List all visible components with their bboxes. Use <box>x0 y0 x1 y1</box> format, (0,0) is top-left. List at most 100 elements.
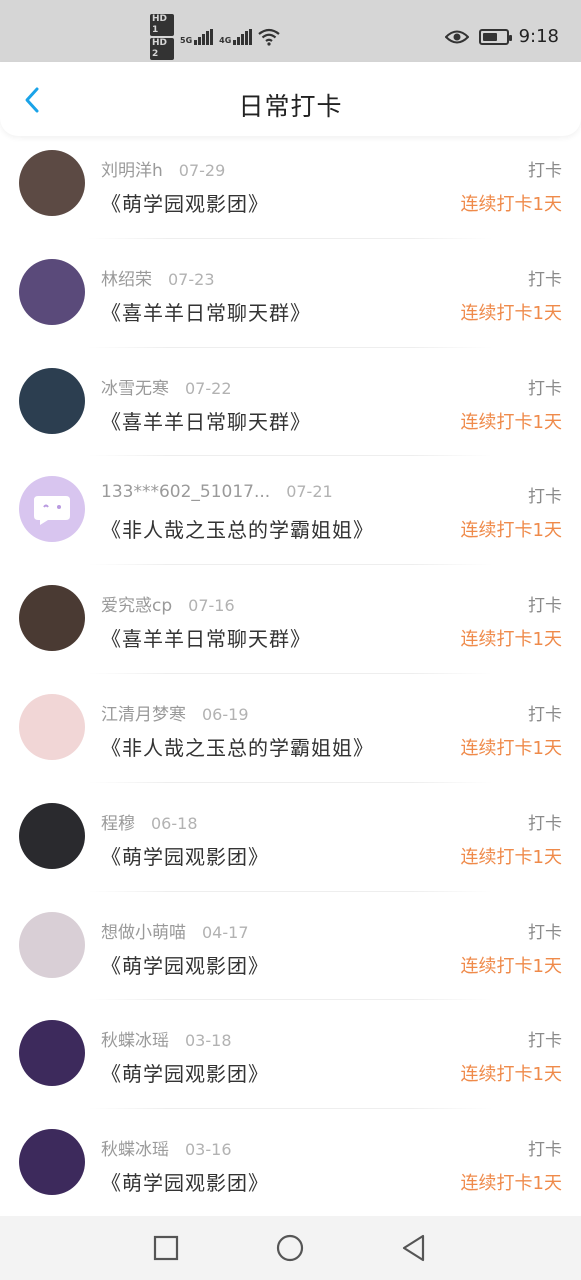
checkin-label: 打卡 <box>528 1140 562 1161</box>
streak-label: 连续打卡1天 <box>460 1064 562 1086</box>
signal-2: 4G <box>219 29 253 45</box>
signal-bars-icon <box>233 29 253 45</box>
checkin-date: 07-29 <box>178 161 226 180</box>
status-left: HD 1 HD 2 5G 4G <box>150 14 280 60</box>
streak-label: 连续打卡1天 <box>460 520 562 542</box>
streak-label: 连续打卡1天 <box>460 302 562 324</box>
list-item[interactable]: 爱究惑cp 07-16 《喜羊羊日常聊天群》 打卡 连续打卡1天 <box>0 565 581 674</box>
signal-1: 5G <box>180 29 214 45</box>
user-name[interactable]: 爱究惑cp <box>101 591 172 616</box>
checkin-label: 打卡 <box>528 269 562 290</box>
square-icon <box>153 1235 179 1261</box>
avatar[interactable] <box>19 367 85 434</box>
avatar[interactable] <box>19 1020 85 1087</box>
group-name[interactable]: 《萌学园观影团》 <box>101 950 269 979</box>
status-right: 9:18 <box>444 26 559 47</box>
group-name[interactable]: 《萌学园观影团》 <box>101 1167 269 1196</box>
app-header: 日常打卡 <box>0 62 581 136</box>
user-name[interactable]: 秋蝶冰瑶 <box>101 1026 169 1051</box>
name-line: 冰雪无寒 07-22 <box>101 374 232 399</box>
name-line: 秋蝶冰瑶 03-16 <box>101 1135 232 1160</box>
home-button[interactable] <box>276 1234 304 1262</box>
list-item[interactable]: 林绍荣 07-23 《喜羊羊日常聊天群》 打卡连续打卡1天 <box>0 239 581 348</box>
signal-bars-icon <box>194 29 214 45</box>
list-item[interactable]: 秋蝶冰瑶 03-16 《萌学园观影团》 打卡连续打卡1天 <box>0 1109 581 1218</box>
battery-fill <box>482 32 497 41</box>
avatar[interactable] <box>19 693 85 760</box>
avatar[interactable] <box>19 585 85 652</box>
list-item[interactable]: 冰雪无寒 07-22 《喜羊羊日常聊天群》 打卡连续打卡1天 <box>0 348 581 457</box>
checkin-date: 07-22 <box>185 378 232 398</box>
nav-back-button[interactable] <box>400 1234 428 1262</box>
hd-indicators: HD 1 HD 2 <box>150 14 174 60</box>
streak-label: 连续打卡1天 <box>460 1173 562 1195</box>
group-name[interactable]: 《非人哉之玉总的学霸姐姐》 <box>101 732 374 761</box>
user-name[interactable]: 刘明洋h <box>101 156 163 181</box>
checkin-label: 打卡 <box>528 813 562 834</box>
group-name[interactable]: 《萌学园观影团》 <box>101 841 269 870</box>
list-item[interactable]: 133***602_51017... 07-21 《非人哉之玉总的学霸姐姐》 打卡连续… <box>0 456 581 566</box>
checkin-date: 07-21 <box>286 482 333 502</box>
name-line: 刘明洋h 07-29 <box>101 156 225 181</box>
list-item[interactable]: 江清月梦寒 06-19 《非人哉之玉总的学霸姐姐》 打卡连续打卡1天 <box>0 674 581 783</box>
avatar[interactable] <box>19 802 85 869</box>
hd1-badge: HD 1 <box>150 14 174 36</box>
checkin-date: 03-16 <box>185 1140 232 1160</box>
list-item[interactable]: 秋蝶冰瑶 03-18 《萌学园观影团》 打卡连续打卡1天 <box>0 1000 581 1110</box>
hd2-badge: HD 2 <box>150 38 174 60</box>
checkin-label: 打卡 <box>528 487 562 508</box>
checkin-date: 07-16 <box>188 596 235 616</box>
name-line: 江清月梦寒 06-19 <box>101 700 249 725</box>
group-name[interactable]: 《非人哉之玉总的学霸姐姐》 <box>101 514 374 543</box>
battery-icon <box>478 28 512 45</box>
group-name[interactable]: 《萌学园观影团》 <box>101 1058 269 1087</box>
wifi-icon <box>258 28 280 46</box>
streak-label: 连续打卡1天 <box>460 629 562 651</box>
checkin-date: 06-18 <box>151 813 198 833</box>
page-title: 日常打卡 <box>238 92 343 121</box>
clock: 9:18 <box>518 26 559 47</box>
name-line: 林绍荣 07-23 <box>101 265 215 290</box>
group-name[interactable]: 《萌学园观影团》 <box>101 188 269 217</box>
user-name[interactable]: 想做小萌喵 <box>101 918 186 943</box>
group-name[interactable]: 《喜羊羊日常聊天群》 <box>101 406 311 435</box>
streak-label: 连续打卡1天 <box>460 955 562 977</box>
user-name[interactable]: 林绍荣 <box>101 265 152 290</box>
name-line: 想做小萌喵 04-17 <box>101 918 249 943</box>
user-name[interactable]: 江清月梦寒 <box>101 700 186 725</box>
recent-apps-button[interactable] <box>152 1234 180 1262</box>
checkin-label: 打卡 <box>528 1031 562 1052</box>
user-name[interactable]: 秋蝶冰瑶 <box>101 1135 169 1160</box>
group-name[interactable]: 《喜羊羊日常聊天群》 <box>101 623 311 652</box>
checkin-label: 打卡 <box>528 922 562 943</box>
avatar[interactable] <box>19 476 85 543</box>
status-bar: HD 1 HD 2 5G 4G 9:18 <box>0 0 581 62</box>
checkin-label: 打卡 <box>528 161 562 181</box>
group-name[interactable]: 《喜羊羊日常聊天群》 <box>101 297 311 326</box>
checkin-date: 07-23 <box>168 269 215 289</box>
avatar[interactable] <box>19 911 85 978</box>
streak-label: 连续打卡1天 <box>460 737 562 759</box>
name-line: 秋蝶冰瑶 03-18 <box>101 1026 232 1051</box>
list-item[interactable]: 刘明洋h 07-29 《萌学园观影团》 打卡 连续打卡1天 <box>0 130 581 239</box>
net2-label: 4G <box>219 36 232 45</box>
checkin-date: 04-17 <box>202 922 249 942</box>
list-item[interactable]: 想做小萌喵 04-17 《萌学园观影团》 打卡连续打卡1天 <box>0 892 581 1001</box>
user-name[interactable]: 程穆 <box>101 809 135 834</box>
list-item[interactable]: 程穆 06-18 《萌学园观影团》 打卡 连续打卡1天 <box>0 783 581 892</box>
checkin-list: 刘明洋h 07-29 《萌学园观影团》 打卡 连续打卡1天 林绍荣 07-23 《喜羊羊日常聊… <box>0 130 581 1218</box>
streak-label: 连续打卡1天 <box>460 411 562 433</box>
checkin-label: 打卡 <box>528 704 562 725</box>
triangle-back-icon <box>402 1234 425 1262</box>
avatar[interactable] <box>19 150 85 216</box>
avatar[interactable] <box>19 258 85 325</box>
user-name[interactable]: 133***602_51017... <box>101 482 270 502</box>
checkin-label: 打卡 <box>528 378 562 399</box>
avatar[interactable] <box>19 1129 85 1196</box>
name-line: 133***602_51017... 07-21 <box>101 482 333 502</box>
eye-icon <box>444 30 469 43</box>
circle-icon <box>276 1234 304 1262</box>
checkin-date: 06-19 <box>202 704 249 724</box>
user-name[interactable]: 冰雪无寒 <box>101 374 169 399</box>
net1-label: 5G <box>180 36 193 45</box>
